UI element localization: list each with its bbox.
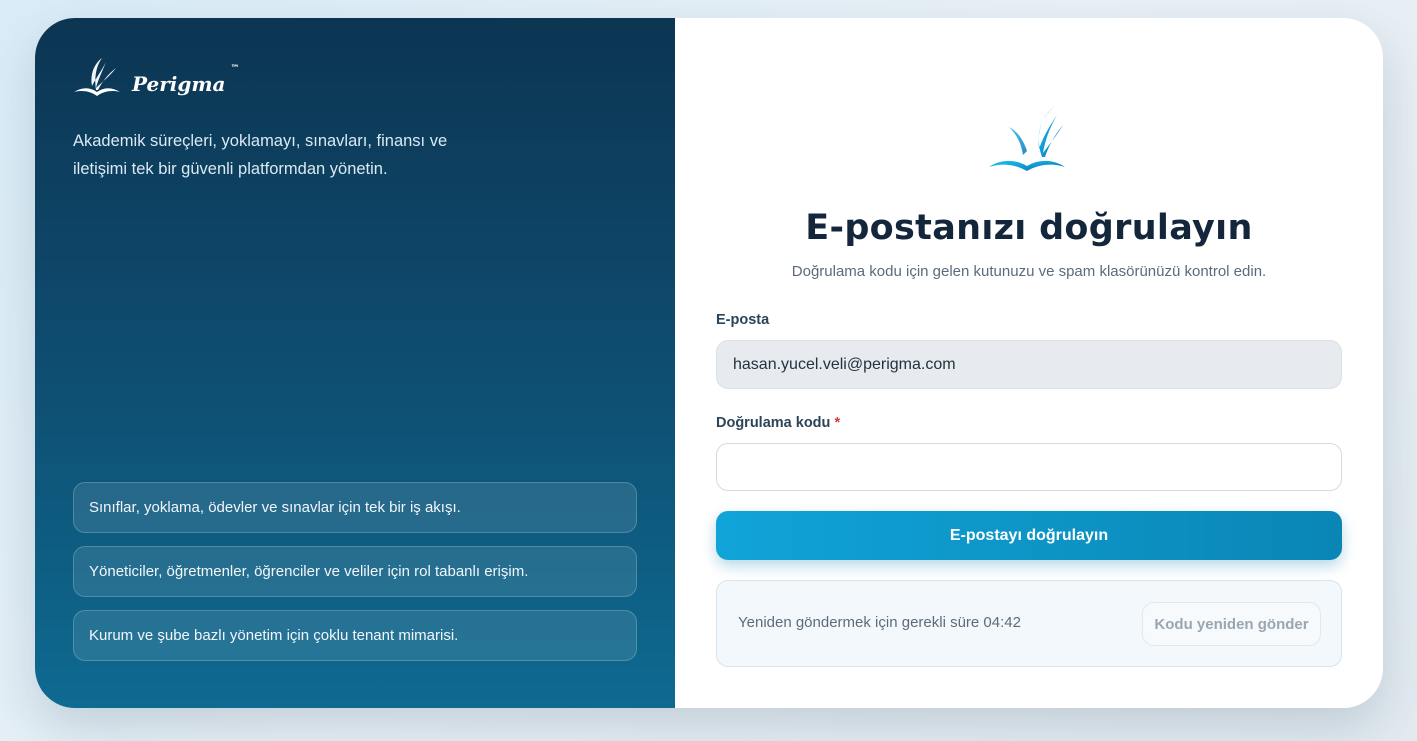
required-mark: *: [834, 415, 841, 431]
brand-panel: Perigma ™ Akademik süreçleri, yoklamayı, …: [35, 18, 675, 708]
auth-card: Perigma ™ Akademik süreçleri, yoklamayı, …: [35, 18, 1383, 708]
page-subtitle: Doğrulama kodu için gelen kutunuzu ve sp…: [791, 263, 1267, 280]
feature-item: Kurum ve şube bazlı yönetim için çoklu t…: [73, 610, 637, 661]
email-field[interactable]: hasan.yucel.veli@perigma.com: [716, 340, 1342, 389]
page-title: E-postanızı doğrulayın: [805, 208, 1253, 248]
feature-list: Sınıflar, yoklama, ödevler ve sınavlar i…: [73, 482, 637, 674]
trademark-symbol: ™: [230, 64, 240, 74]
tagline: Akademik süreçleri, yoklamayı, sınavları…: [73, 132, 448, 178]
brand-name: Perigma ™: [132, 64, 240, 96]
brand-logo: Perigma ™: [72, 56, 240, 98]
verify-email-button[interactable]: E-postayı doğrulayın: [716, 511, 1342, 560]
feather-book-icon: [74, 58, 120, 96]
feature-item: Yöneticiler, öğretmenler, öğrenciler ve …: [73, 546, 637, 597]
email-label: E-posta: [716, 312, 770, 328]
resend-code-button[interactable]: Kodu yeniden gönder: [1142, 602, 1321, 646]
resend-panel: Yeniden göndermek için gerekli süre 04:4…: [716, 580, 1342, 667]
code-label-text: Doğrulama kodu: [716, 415, 831, 431]
logo-icon: [987, 103, 1067, 178]
resend-countdown: Yeniden göndermek için gerekli süre 04:4…: [738, 614, 1021, 631]
verification-code-input[interactable]: [716, 443, 1342, 491]
verification-form: E-postanızı doğrulayın Doğrulama kodu iç…: [675, 18, 1383, 708]
feature-item: Sınıflar, yoklama, ödevler ve sınavlar i…: [73, 482, 637, 533]
code-label: Doğrulama kodu *: [716, 415, 840, 431]
